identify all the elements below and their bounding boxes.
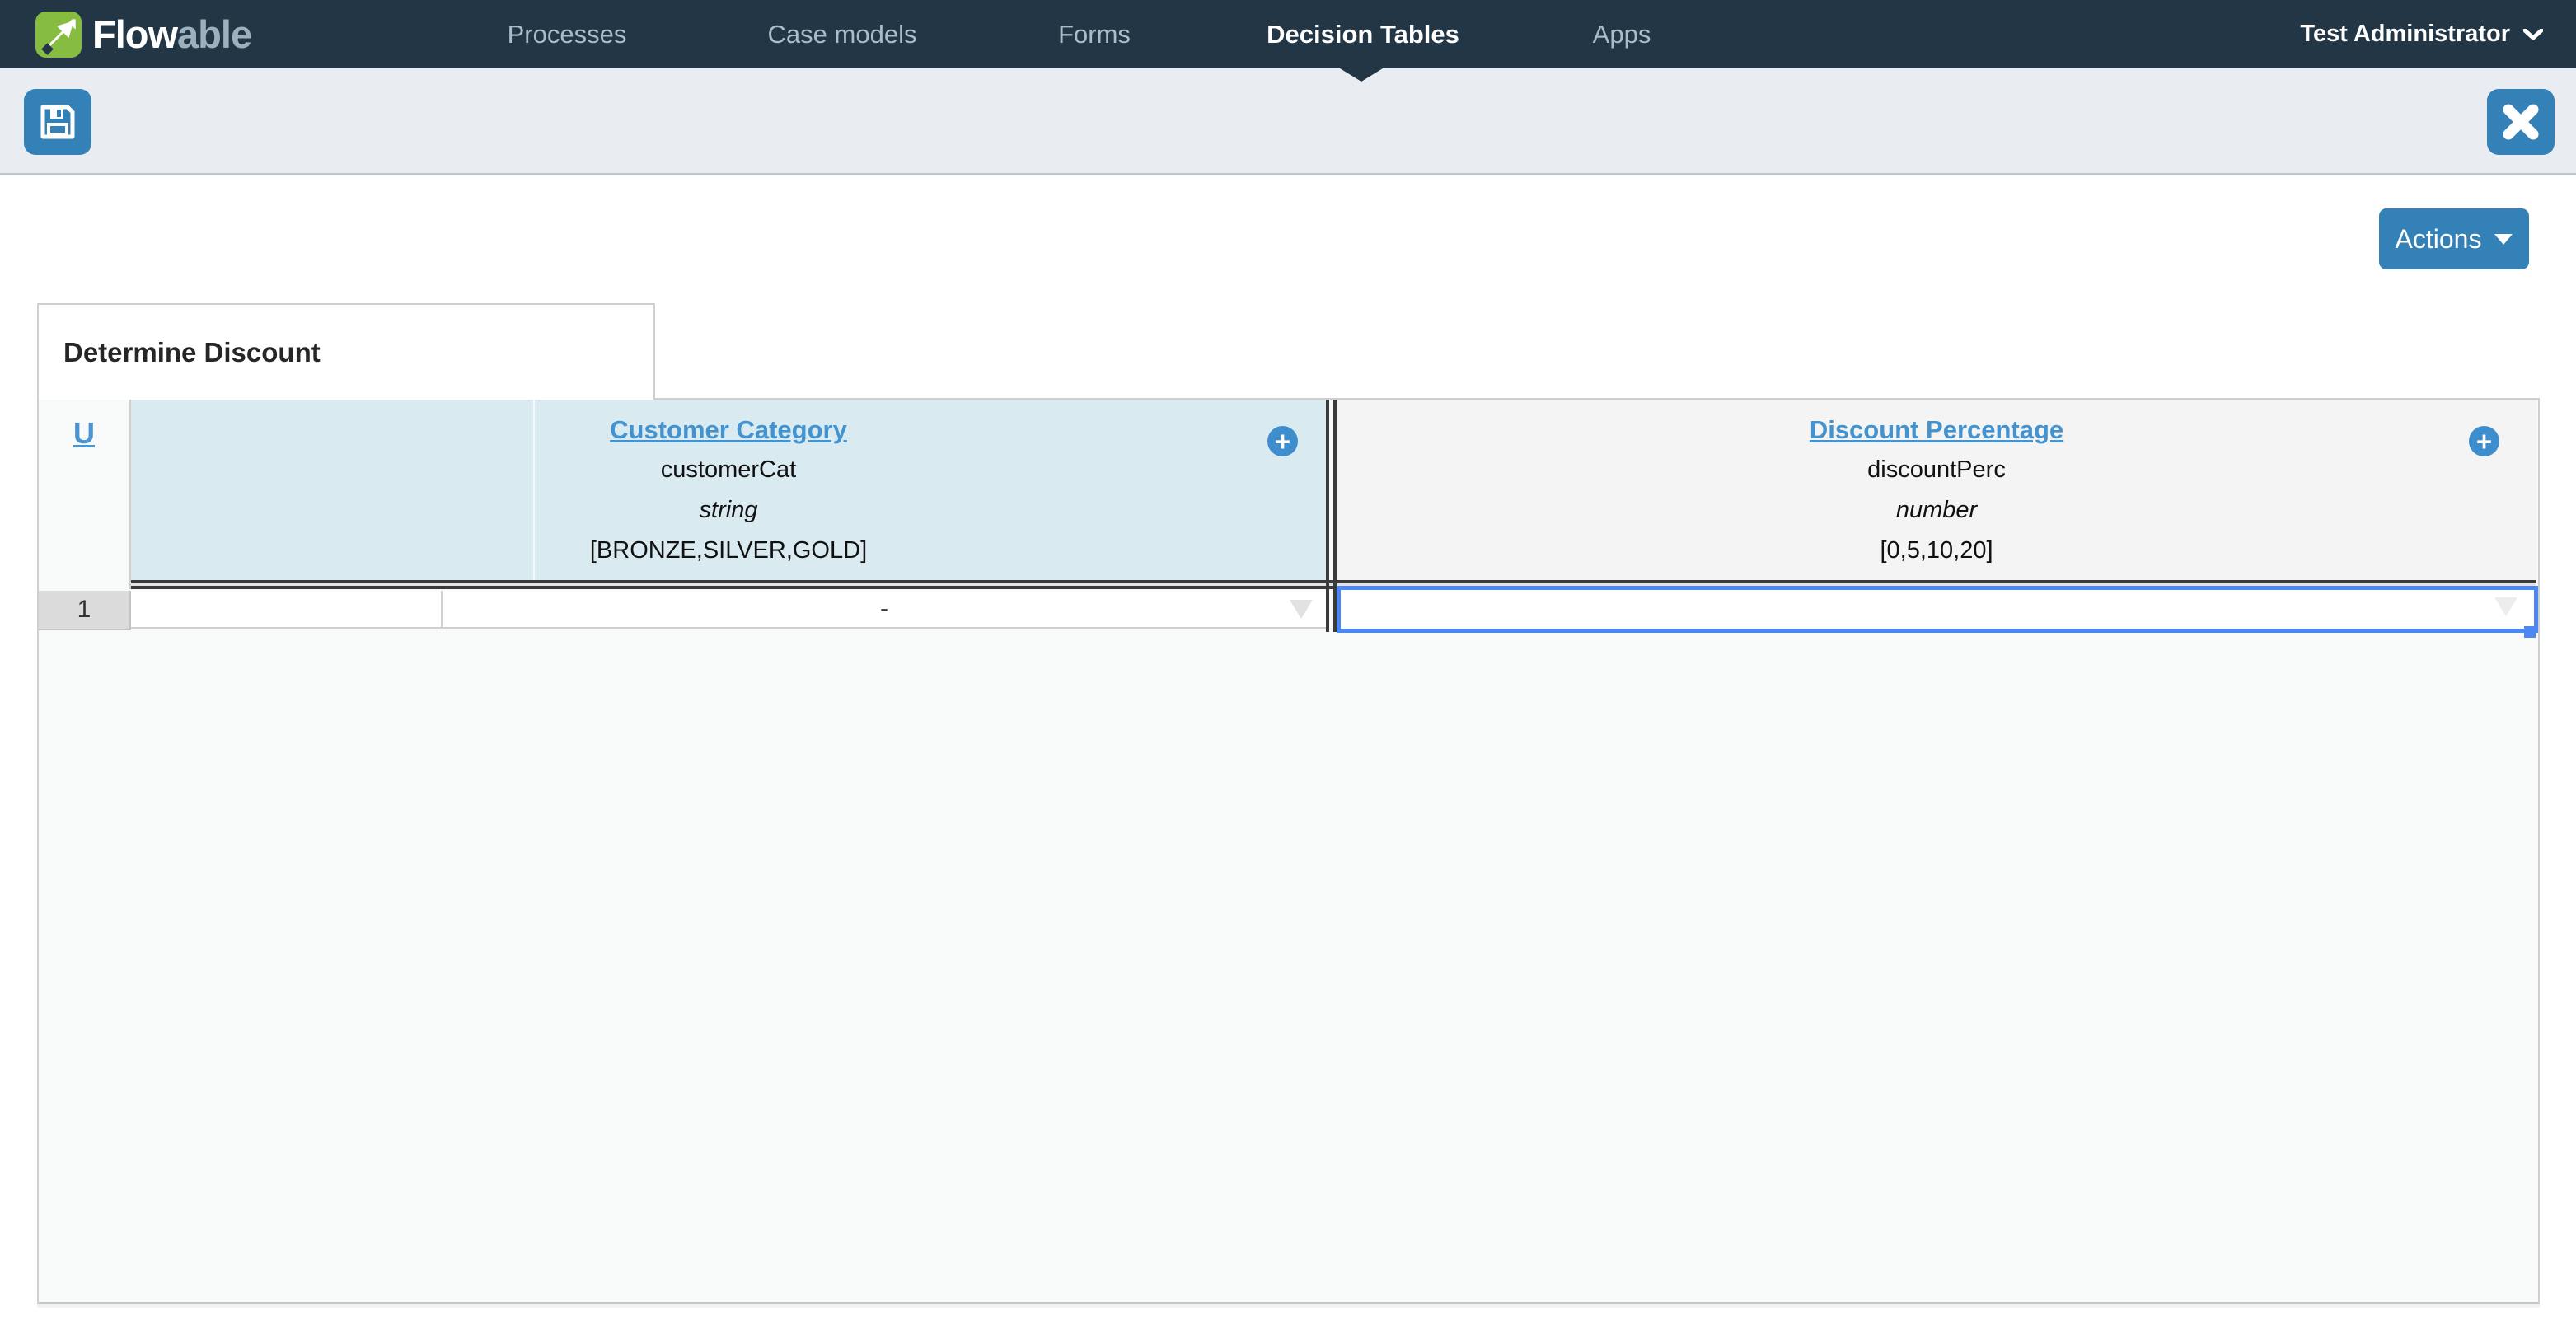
decision-table-title: Determine Discount — [37, 303, 655, 400]
input-output-separator — [1326, 400, 1337, 632]
nav-item-case-models[interactable]: Case models — [768, 0, 917, 68]
hit-policy-cell: U — [39, 400, 131, 589]
close-x-icon — [2503, 104, 2539, 140]
save-button[interactable] — [24, 89, 91, 155]
output-allowed-values: [0,5,10,20] — [1880, 537, 1993, 564]
output-expression-link[interactable]: Discount Percentage — [1810, 409, 2063, 450]
row1-input-dropdown-icon[interactable] — [1290, 600, 1313, 619]
row1-output-cell-selected[interactable] — [1337, 586, 2538, 638]
user-menu[interactable]: Test Administrator — [2300, 0, 2543, 68]
add-output-column-button[interactable]: + — [2469, 426, 2499, 456]
decision-table-title-text: Determine Discount — [63, 336, 321, 367]
chevron-down-icon — [2523, 28, 2543, 40]
editor-toolbar — [0, 68, 2576, 175]
logo-text: Flowable — [92, 12, 252, 56]
decision-table-grid: U Customer Category customerCat string [… — [37, 398, 2540, 1304]
hit-policy-link[interactable]: U — [73, 416, 95, 451]
row1-output-dropdown-icon[interactable] — [2494, 597, 2517, 616]
actions-button-label: Actions — [2395, 223, 2482, 254]
row1-input-extra-cell[interactable] — [131, 591, 443, 629]
selection-fill-handle[interactable] — [2524, 626, 2536, 638]
add-input-column-button[interactable]: + — [1267, 426, 1298, 456]
navbar: Flowable Processes Case models Forms Dec… — [0, 0, 2576, 68]
flowable-decision-table-editor: Flowable Processes Case models Forms Dec… — [0, 0, 2576, 1343]
close-button[interactable] — [2487, 89, 2555, 155]
input-allowed-values: [BRONZE,SILVER,GOLD] — [589, 537, 868, 564]
output-column-header: Discount Percentage discountPerc number … — [1337, 400, 2536, 580]
input-column-header: Customer Category customerCat string [BR… — [131, 400, 1326, 580]
row1-input-condition-cell[interactable]: - — [443, 591, 1326, 629]
nav-item-processes[interactable]: Processes — [508, 0, 627, 68]
output-type: number — [1895, 497, 1978, 523]
input-subcolumn-divider — [533, 400, 535, 580]
output-variable: discountPerc — [1867, 456, 2006, 483]
input-type: string — [699, 497, 758, 523]
nav-item-decision-tables[interactable]: Decision Tables — [1267, 0, 1459, 68]
nav-item-forms[interactable]: Forms — [1058, 0, 1131, 68]
caret-down-icon — [2494, 233, 2513, 245]
actions-button[interactable]: Actions — [2379, 208, 2529, 269]
flowable-arrow-icon — [35, 11, 82, 58]
input-variable: customerCat — [660, 456, 797, 483]
row1-input-condition-value: - — [880, 595, 888, 622]
user-name: Test Administrator — [2300, 21, 2510, 47]
flowable-logo[interactable]: Flowable — [35, 0, 252, 68]
input-expression-link[interactable]: Customer Category — [610, 409, 847, 450]
nav-item-apps[interactable]: Apps — [1593, 0, 1651, 68]
row-number-cell[interactable]: 1 — [39, 591, 131, 630]
floppy-disk-icon — [40, 105, 75, 139]
active-tab-notch — [1340, 68, 1383, 82]
